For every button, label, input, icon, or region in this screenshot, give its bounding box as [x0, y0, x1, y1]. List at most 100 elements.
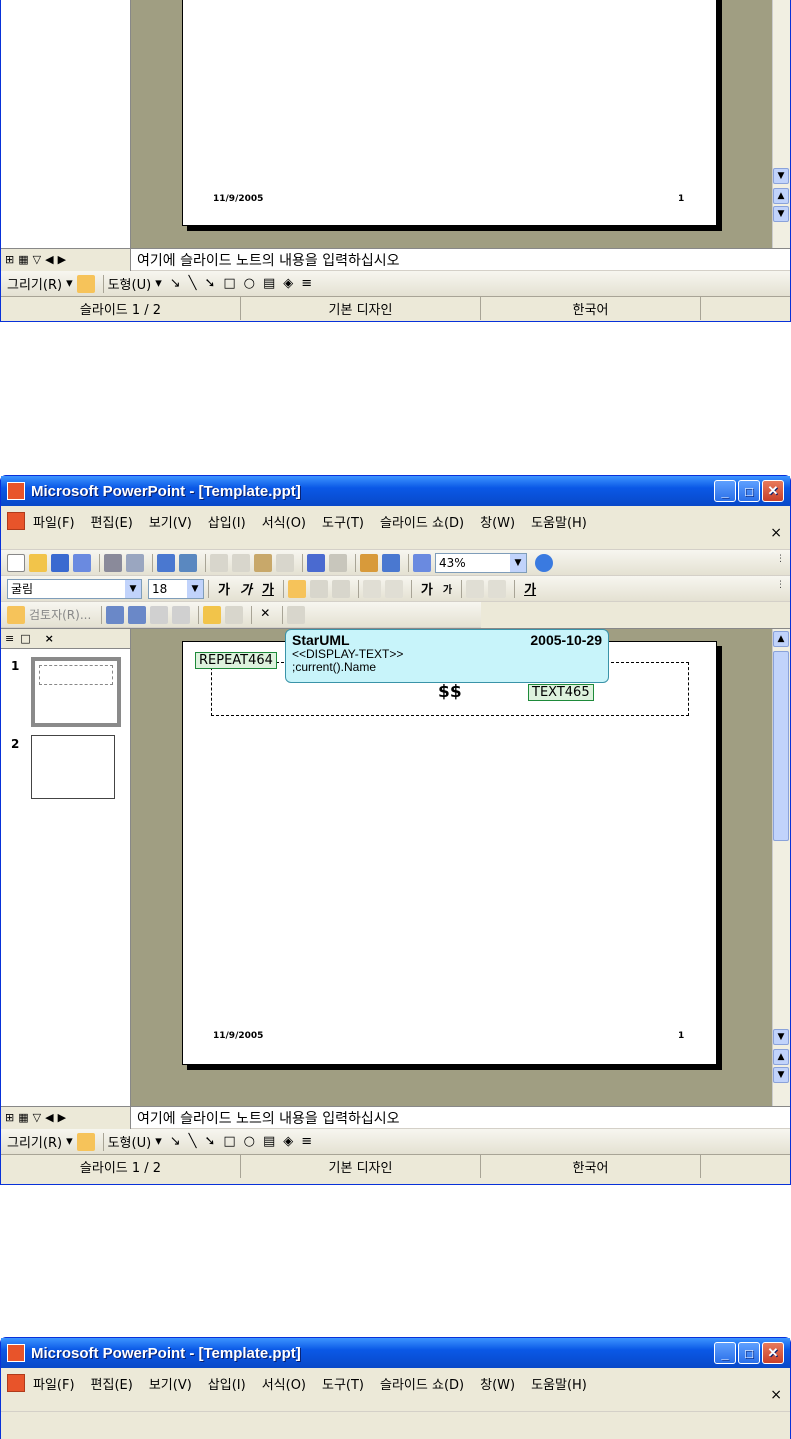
grid-icon[interactable] — [413, 553, 431, 572]
connector-icon[interactable]: ↘ — [170, 276, 181, 291]
chevron-down-icon[interactable]: ▼ — [125, 579, 141, 598]
line-icon[interactable]: ╲ — [189, 276, 197, 291]
close-button[interactable]: ✕ — [762, 480, 784, 502]
undo-icon[interactable] — [307, 553, 325, 572]
next-slide-button[interactable]: ▼ — [773, 206, 789, 222]
fill-color-icon[interactable]: ◈ — [283, 276, 293, 291]
align-right-icon[interactable] — [331, 579, 350, 598]
vertical-scrollbar[interactable]: ▼ ▲ ▼ — [772, 0, 790, 248]
cut-icon[interactable] — [210, 553, 228, 572]
bold-button[interactable]: 가 — [218, 579, 230, 598]
menu-tools[interactable]: 도구(T) — [322, 512, 364, 531]
slideshow-icon[interactable]: ▽ — [33, 253, 41, 266]
slide-canvas[interactable]: REPEAT464 $$ TEXT465 11/9/2005 1 — [182, 641, 717, 1065]
shrink-font-button[interactable]: 가 — [443, 581, 452, 596]
help-icon[interactable] — [535, 553, 553, 572]
format-painter-icon[interactable] — [276, 553, 294, 572]
increase-indent-icon[interactable] — [488, 579, 507, 598]
document-icon[interactable] — [7, 512, 25, 530]
unapply-icon[interactable] — [172, 605, 191, 624]
menu-help[interactable]: 도움말(H) — [531, 1374, 587, 1393]
chevron-down-icon[interactable]: ▼ — [510, 553, 526, 572]
textbox-icon[interactable]: ▤ — [263, 1134, 275, 1149]
reviewing-pane-icon[interactable] — [287, 605, 306, 624]
redo-icon[interactable] — [329, 553, 347, 572]
chevron-down-icon[interactable]: ▼ — [187, 579, 203, 598]
menu-insert[interactable]: 삽입(I) — [208, 1374, 246, 1393]
menu-edit[interactable]: 편집(E) — [91, 1374, 133, 1393]
slide-thumbnail-1[interactable] — [31, 657, 121, 727]
autoshapes-menu[interactable]: 도형(U) — [108, 1132, 152, 1151]
align-center-icon[interactable] — [309, 579, 328, 598]
research-icon[interactable] — [179, 553, 197, 572]
prev-slide-button[interactable]: ▲ — [773, 188, 789, 204]
slide-sorter-icon[interactable]: ▦ — [18, 1111, 28, 1124]
tab-slides[interactable]: □ — [20, 632, 30, 645]
underline-button[interactable]: 가 — [262, 579, 274, 598]
menu-file[interactable]: 파일(F) — [33, 512, 75, 531]
line-style-icon[interactable]: ≡ — [301, 276, 312, 291]
hscroll-right-icon[interactable]: ▶ — [58, 1111, 66, 1124]
scroll-down-button[interactable]: ▼ — [773, 168, 789, 184]
menu-help[interactable]: 도움말(H) — [531, 512, 587, 531]
line-style-icon[interactable]: ≡ — [301, 1134, 312, 1149]
font-name-select[interactable]: 굴림 ▼ — [7, 578, 142, 599]
menu-window[interactable]: 창(W) — [480, 1374, 515, 1393]
grow-font-button[interactable]: 가 — [421, 579, 433, 598]
menu-view[interactable]: 보기(V) — [149, 1374, 192, 1393]
permission-icon[interactable] — [73, 553, 91, 572]
toolbar-options-icon[interactable]: ⋮ — [776, 580, 785, 598]
scroll-down-button[interactable]: ▼ — [773, 1029, 789, 1045]
menu-insert[interactable]: 삽입(I) — [208, 512, 246, 531]
rectangle-icon[interactable]: □ — [223, 276, 235, 291]
markup-icon[interactable] — [7, 605, 25, 624]
close-button[interactable]: ✕ — [762, 1342, 784, 1364]
menu-slideshow[interactable]: 슬라이드 쇼(D) — [380, 512, 464, 531]
arrow-icon[interactable]: ➘ — [204, 276, 215, 291]
textbox-icon[interactable]: ▤ — [263, 276, 275, 291]
print-preview-icon[interactable] — [126, 553, 144, 572]
toolbar-options-icon[interactable]: ⋮ — [776, 554, 785, 572]
tab-outline[interactable]: ≡ — [5, 632, 14, 645]
slideshow-icon[interactable]: ▽ — [33, 1111, 41, 1124]
document-icon[interactable] — [7, 1374, 25, 1392]
menu-edit[interactable]: 편집(E) — [91, 512, 133, 531]
decrease-indent-icon[interactable] — [466, 579, 485, 598]
text-field[interactable]: TEXT465 — [528, 684, 594, 701]
select-arrow-icon[interactable] — [76, 274, 95, 293]
notes-input[interactable]: 여기에 슬라이드 노트의 내용을 입력하십시오 — [131, 1108, 400, 1128]
font-size-select[interactable]: 18 ▼ — [148, 578, 204, 599]
next-slide-button[interactable]: ▼ — [773, 1067, 789, 1083]
maximize-button[interactable]: □ — [738, 480, 760, 502]
new-icon[interactable] — [7, 553, 25, 572]
paste-icon[interactable] — [254, 553, 272, 572]
pane-close-button[interactable]: × — [45, 632, 54, 645]
spelling-icon[interactable] — [157, 553, 175, 572]
repeat-field[interactable]: REPEAT464 — [195, 652, 277, 669]
print-icon[interactable] — [104, 553, 122, 572]
bullets-icon[interactable] — [384, 579, 403, 598]
notes-input[interactable]: 여기에 슬라이드 노트의 내용을 입력하십시오 — [131, 250, 400, 270]
hscroll-left-icon[interactable]: ◀ — [45, 1111, 53, 1124]
menu-format[interactable]: 서식(O) — [262, 1374, 306, 1393]
normal-view-icon[interactable]: ⊞ — [5, 1111, 14, 1124]
oval-icon[interactable]: ○ — [244, 1134, 255, 1149]
slide-sorter-icon[interactable]: ▦ — [18, 253, 28, 266]
document-close-button[interactable]: × — [770, 525, 782, 541]
autoshapes-menu[interactable]: 도형(U) — [108, 274, 152, 293]
align-left-icon[interactable] — [287, 579, 306, 598]
draw-menu[interactable]: 그리기(R) — [7, 1132, 62, 1151]
menu-window[interactable]: 창(W) — [480, 512, 515, 531]
reviewer-button[interactable]: 검토자(R)... — [29, 606, 91, 623]
apply-icon[interactable] — [150, 605, 169, 624]
insert-chart-icon[interactable] — [360, 553, 378, 572]
scroll-thumb[interactable] — [773, 651, 789, 841]
previous-comment-icon[interactable] — [106, 605, 125, 624]
arrow-icon[interactable]: ➘ — [204, 1134, 215, 1149]
maximize-button[interactable]: □ — [738, 1342, 760, 1364]
edit-comment-icon[interactable] — [225, 605, 244, 624]
numbering-icon[interactable] — [362, 579, 381, 598]
minimize-button[interactable]: _ — [714, 480, 736, 502]
prev-slide-button[interactable]: ▲ — [773, 1049, 789, 1065]
connector-icon[interactable]: ↘ — [170, 1134, 181, 1149]
